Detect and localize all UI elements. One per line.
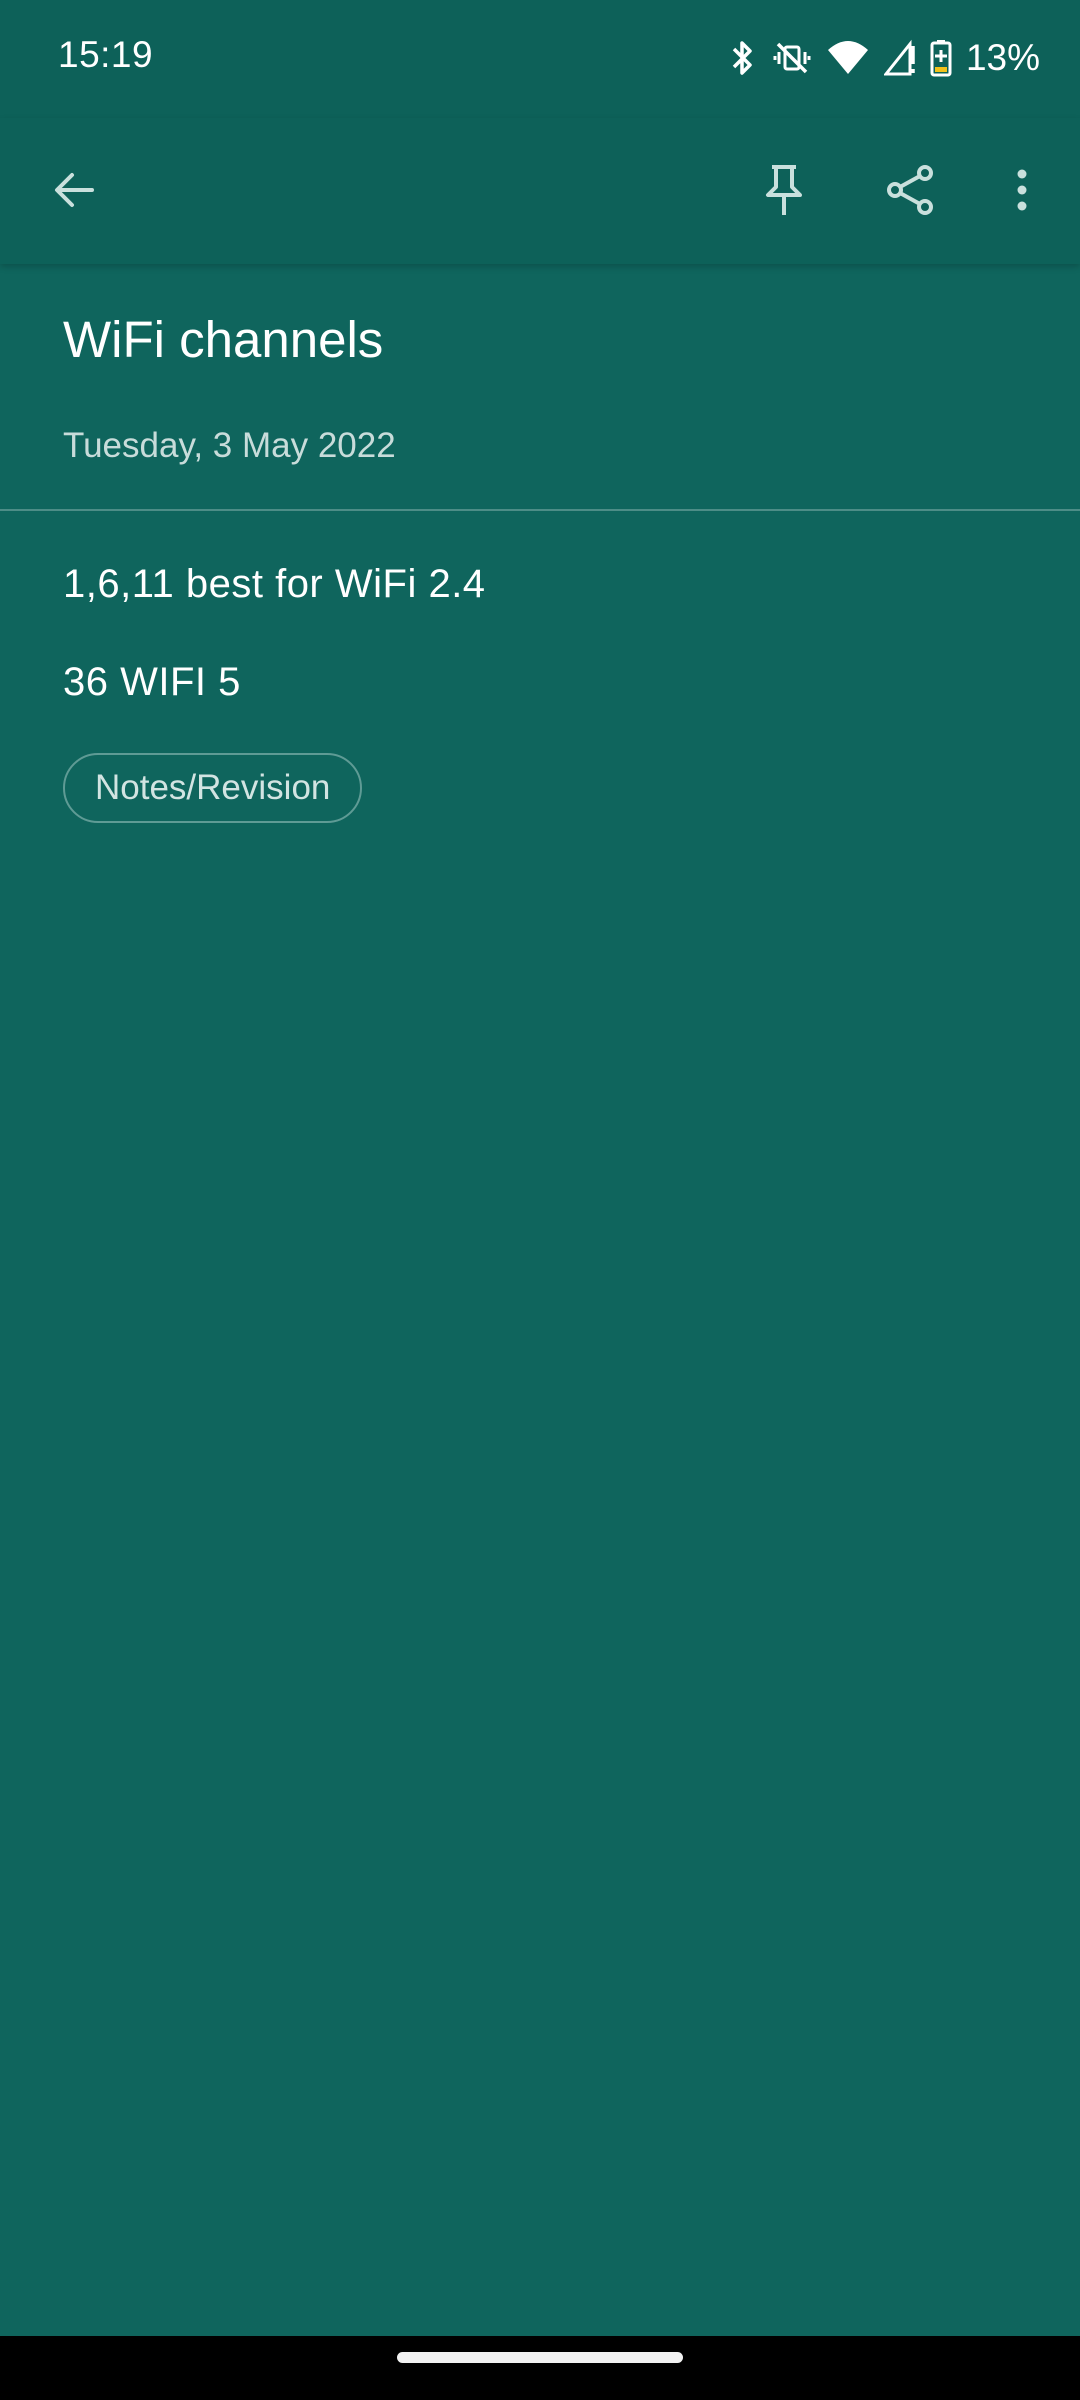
navigation-bar bbox=[0, 2336, 1080, 2400]
tag-chip[interactable]: Notes/Revision bbox=[63, 753, 363, 823]
app-bar bbox=[0, 118, 1080, 264]
wifi-icon bbox=[826, 38, 870, 78]
battery-percent: 13% bbox=[965, 37, 1040, 78]
bluetooth-icon bbox=[728, 38, 758, 78]
note-body-line[interactable]: 1,6,11 best for WiFi 2.4 bbox=[63, 562, 486, 607]
home-gesture-handle[interactable] bbox=[397, 2352, 683, 2363]
status-time: 15:19 bbox=[58, 34, 154, 75]
back-button[interactable] bbox=[26, 142, 122, 238]
share-icon bbox=[883, 163, 937, 217]
battery-charging-icon bbox=[930, 38, 952, 78]
more-options-button[interactable] bbox=[974, 142, 1070, 238]
status-icons: 13% bbox=[728, 30, 1040, 86]
share-button[interactable] bbox=[862, 142, 958, 238]
pin-icon bbox=[760, 163, 808, 217]
arrow-back-icon bbox=[50, 166, 98, 214]
divider bbox=[0, 509, 1080, 511]
status-bar: 15:19 13% bbox=[0, 0, 1080, 118]
more-vertical-icon bbox=[1014, 166, 1030, 214]
note-body-line[interactable]: 36 WIFI 5 bbox=[63, 660, 241, 705]
note-title[interactable]: WiFi channels bbox=[63, 310, 383, 369]
note-date: Tuesday, 3 May 2022 bbox=[63, 426, 396, 465]
signal-icon bbox=[883, 38, 916, 78]
vibrate-off-icon bbox=[772, 38, 812, 78]
pin-button[interactable] bbox=[736, 142, 832, 238]
